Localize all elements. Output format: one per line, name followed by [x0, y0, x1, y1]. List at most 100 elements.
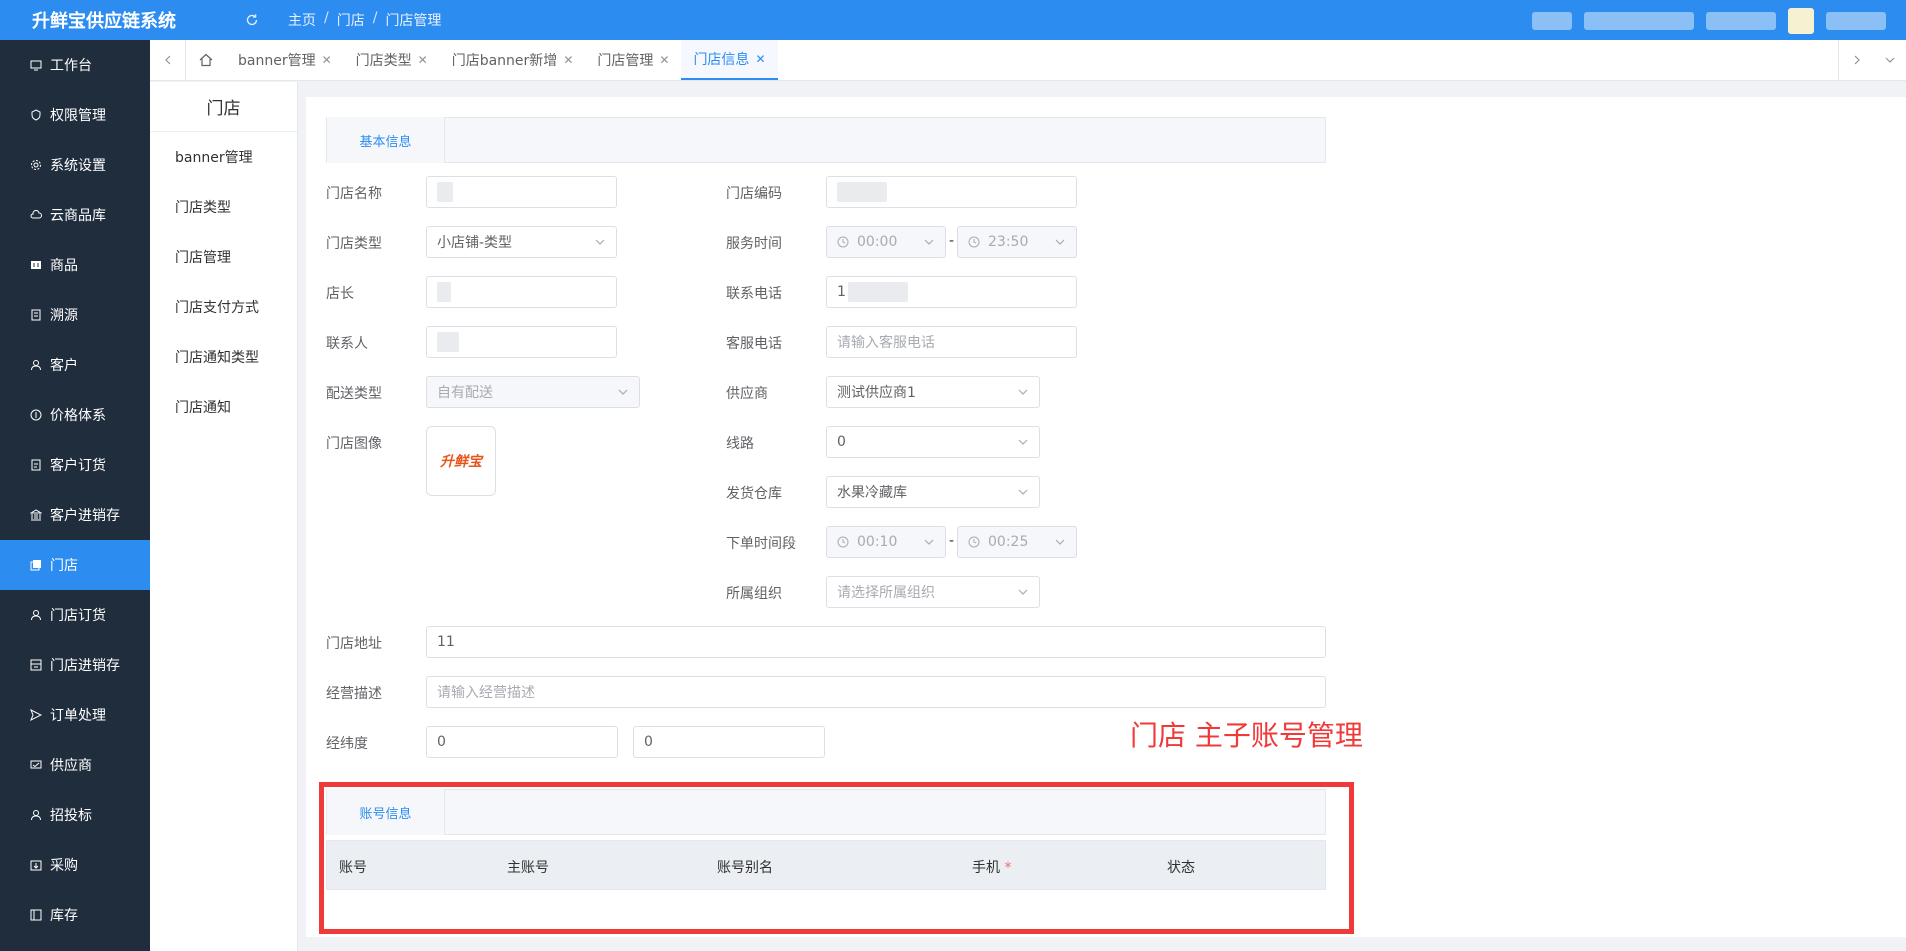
inventory-icon	[30, 659, 42, 671]
purchase-icon	[30, 860, 42, 871]
contact-input[interactable]	[426, 326, 617, 358]
tab-store-management[interactable]: 门店管理 ✕	[585, 40, 681, 80]
tab-store-info[interactable]: 门店信息 ✕	[681, 40, 778, 80]
sidebar-item-label: 云商品库	[50, 208, 106, 224]
sidebar-item-10[interactable]: 门店	[0, 540, 150, 590]
tab-store-type[interactable]: 门店类型 ✕	[344, 40, 440, 80]
service-start-picker[interactable]: 00:00	[826, 226, 946, 258]
tabs-more[interactable]	[1874, 40, 1906, 80]
tab-banner-management[interactable]: banner管理 ✕	[226, 40, 344, 80]
breadcrumb-store[interactable]: 门店	[337, 10, 365, 30]
breadcrumb-store-management: 门店管理	[385, 13, 442, 29]
blurred-value	[847, 282, 908, 302]
close-icon[interactable]: ✕	[322, 53, 332, 67]
order-start-picker[interactable]: 00:10	[826, 526, 946, 558]
service-end-picker[interactable]: 23:50	[957, 226, 1077, 258]
cs-phone-input[interactable]: 请输入客服电话	[826, 326, 1077, 358]
sidebar-item-17[interactable]: 库存	[0, 890, 150, 940]
sidebar-item-8[interactable]: 客户订货	[0, 440, 150, 490]
supplier-select[interactable]: 测试供应商1	[826, 376, 1040, 408]
blurred-value	[437, 332, 459, 352]
basic-info-header: 基本信息	[326, 117, 1326, 163]
sidebar-item-label: 门店进销存	[50, 658, 120, 674]
close-icon[interactable]: ✕	[418, 53, 428, 67]
sidebar-item-5[interactable]: 溯源	[0, 290, 150, 340]
user-icon	[31, 810, 41, 821]
org-select[interactable]: 请选择所属组织	[826, 576, 1040, 608]
submenu-item-banner[interactable]: banner管理	[150, 132, 297, 182]
sidebar-item-label: 门店订货	[50, 608, 106, 624]
delivery-type-select[interactable]: 自有配送	[426, 376, 640, 408]
desc-label: 经营描述	[326, 686, 382, 702]
refresh-icon[interactable]	[242, 10, 262, 30]
latitude-input[interactable]: 0	[633, 726, 825, 758]
address-input[interactable]: 11	[426, 626, 1326, 658]
manager-input[interactable]	[426, 276, 617, 308]
sidebar-item-4[interactable]: 商品	[0, 240, 150, 290]
cs-phone-label: 客服电话	[726, 336, 782, 352]
order-end-picker[interactable]: 00:25	[957, 526, 1077, 558]
close-icon[interactable]: ✕	[755, 52, 765, 66]
sidebar-item-label: 招投标	[50, 808, 92, 824]
sidebar-item-6[interactable]: 客户	[0, 340, 150, 390]
submenu-item-store-type[interactable]: 门店类型	[150, 182, 297, 232]
org-placeholder: 请选择所属组织	[837, 585, 935, 601]
blurred-info	[1584, 12, 1694, 30]
latlng-label: 经纬度	[326, 736, 368, 752]
annotation-text: 门店 主子账号管理	[1130, 719, 1363, 752]
chevron-left-icon	[164, 55, 170, 65]
tabs-scroll-right[interactable]	[1838, 40, 1874, 80]
basic-info-tab[interactable]: 基本信息	[327, 117, 445, 163]
submenu-item-notify[interactable]: 门店通知	[150, 382, 297, 432]
warehouse-select[interactable]: 水果冷藏库	[826, 476, 1040, 508]
phone-input[interactable]: 1	[826, 276, 1077, 308]
close-icon[interactable]: ✕	[563, 53, 573, 67]
submenu-item-payment[interactable]: 门店支付方式	[150, 282, 297, 332]
sidebar-item-9[interactable]: 客户进销存	[0, 490, 150, 540]
sidebar-item-14[interactable]: 供应商	[0, 740, 150, 790]
cloud-icon	[30, 209, 42, 219]
delivery-type-label: 配送类型	[326, 386, 382, 402]
clock-icon	[968, 536, 980, 548]
user-area[interactable]	[1532, 8, 1886, 34]
store-name-input[interactable]	[426, 176, 617, 208]
tabs-scroll-left[interactable]	[150, 40, 186, 80]
service-start-value: 00:00	[857, 234, 898, 250]
bank-icon	[30, 509, 42, 521]
submenu-item-store-management[interactable]: 门店管理	[150, 232, 297, 282]
sidebar-item-11[interactable]: 门店订货	[0, 590, 150, 640]
clock-icon	[837, 536, 849, 548]
monitor-icon	[30, 60, 42, 71]
tab-label: 门店管理	[597, 53, 654, 69]
sidebar-item-16[interactable]: 采购	[0, 840, 150, 890]
close-icon[interactable]: ✕	[659, 53, 669, 67]
sidebar-item-13[interactable]: 订单处理	[0, 690, 150, 740]
sidebar-item-3[interactable]: 云商品库	[0, 190, 150, 240]
order-start-value: 00:10	[857, 534, 898, 550]
submenu-item-notify-type[interactable]: 门店通知类型	[150, 332, 297, 382]
longitude-input[interactable]: 0	[426, 726, 618, 758]
sidebar-item-15[interactable]: 招投标	[0, 790, 150, 840]
sidebar-item-7[interactable]: 价格体系	[0, 390, 150, 440]
tab-home[interactable]	[186, 40, 226, 80]
app-title: 升鲜宝供应链系统	[32, 11, 176, 32]
route-select[interactable]: 0	[826, 426, 1040, 458]
sidebar-item-0[interactable]: 工作台	[0, 40, 150, 90]
sidebar-item-1[interactable]: 权限管理	[0, 90, 150, 140]
time-separator: -	[949, 533, 955, 549]
sidebar-item-label: 库存	[50, 908, 78, 924]
supplier-label: 供应商	[726, 386, 768, 402]
breadcrumb-home[interactable]: 主页	[288, 10, 316, 30]
sidebar-item-12[interactable]: 门店进销存	[0, 640, 150, 690]
tab-store-banner-add[interactable]: 门店banner新增 ✕	[440, 40, 586, 80]
sidebar-item-label: 门店	[50, 558, 78, 574]
store-code-input[interactable]	[826, 176, 1077, 208]
desc-input[interactable]: 请输入经营描述	[426, 676, 1326, 708]
tab-label: banner管理	[238, 53, 316, 69]
sidebar-item-2[interactable]: 系统设置	[0, 140, 150, 190]
user-icon	[31, 360, 41, 371]
store-type-select[interactable]: 小店铺-类型	[426, 226, 617, 258]
store-image-upload[interactable]: 升鲜宝	[426, 426, 496, 496]
breadcrumb-separator: /	[372, 10, 378, 26]
avatar[interactable]	[1788, 8, 1814, 34]
